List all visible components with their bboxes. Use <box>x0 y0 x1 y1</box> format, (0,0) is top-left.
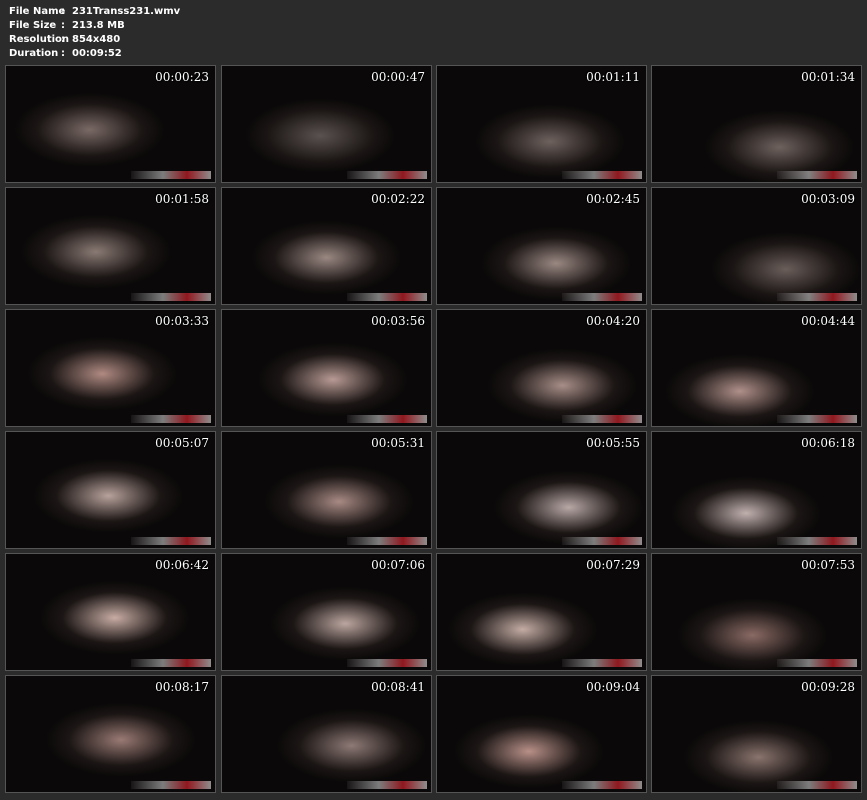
video-thumbnail[interactable]: 00:09:04 <box>436 675 647 793</box>
video-thumbnail[interactable]: 00:03:33 <box>5 309 216 427</box>
video-thumbnail[interactable]: 00:08:17 <box>5 675 216 793</box>
thumbnail-timestamp: 00:09:28 <box>801 680 855 694</box>
video-thumbnail[interactable]: 00:07:06 <box>221 553 432 671</box>
thumbnail-timestamp: 00:08:41 <box>371 680 425 694</box>
watermark-logo-bar <box>131 171 211 179</box>
video-thumbnail[interactable]: 00:07:29 <box>436 553 647 671</box>
watermark-logo-bar <box>777 781 857 789</box>
watermark-logo-bar <box>347 171 427 179</box>
video-thumbnail[interactable]: 00:04:44 <box>651 309 862 427</box>
watermark-logo-bar <box>777 659 857 667</box>
video-thumbnail[interactable]: 00:01:11 <box>436 65 647 183</box>
thumbnail-timestamp: 00:01:58 <box>155 192 209 206</box>
thumbnail-timestamp: 00:09:04 <box>586 680 640 694</box>
video-thumbnail[interactable]: 00:06:18 <box>651 431 862 549</box>
video-thumbnail[interactable]: 00:03:56 <box>221 309 432 427</box>
resolution-label: Resolution <box>9 34 70 45</box>
file-info-panel: File Name : 231Transs231.wmv File Size :… <box>9 5 180 61</box>
watermark-logo-bar <box>777 293 857 301</box>
watermark-logo-bar <box>777 537 857 545</box>
watermark-logo-bar <box>347 293 427 301</box>
thumbnail-timestamp: 00:03:33 <box>155 314 209 328</box>
thumbnail-timestamp: 00:00:47 <box>371 70 425 84</box>
resolution-sep: : <box>61 34 65 45</box>
thumbnail-timestamp: 00:06:18 <box>801 436 855 450</box>
duration-value: 00:09:52 <box>72 48 122 59</box>
resolution-value: 854x480 <box>72 34 121 45</box>
thumbnail-timestamp: 00:01:11 <box>586 70 640 84</box>
watermark-logo-bar <box>562 415 642 423</box>
watermark-logo-bar <box>562 537 642 545</box>
video-thumbnail[interactable]: 00:00:47 <box>221 65 432 183</box>
thumbnail-timestamp: 00:06:42 <box>155 558 209 572</box>
watermark-logo-bar <box>562 781 642 789</box>
watermark-logo-bar <box>131 537 211 545</box>
thumbnail-timestamp: 00:02:45 <box>586 192 640 206</box>
watermark-logo-bar <box>777 171 857 179</box>
watermark-logo-bar <box>131 781 211 789</box>
video-thumbnail[interactable]: 00:08:41 <box>221 675 432 793</box>
thumbnail-timestamp: 00:04:44 <box>801 314 855 328</box>
thumbnail-timestamp: 00:01:34 <box>801 70 855 84</box>
duration-label: Duration <box>9 48 59 59</box>
thumbnail-timestamp: 00:07:29 <box>586 558 640 572</box>
video-thumbnail[interactable]: 00:04:20 <box>436 309 647 427</box>
watermark-logo-bar <box>562 171 642 179</box>
watermark-logo-bar <box>347 659 427 667</box>
thumbnail-timestamp: 00:05:31 <box>371 436 425 450</box>
video-thumbnail[interactable]: 00:05:55 <box>436 431 647 549</box>
watermark-logo-bar <box>347 781 427 789</box>
file-size-sep: : <box>61 20 65 31</box>
thumbnail-timestamp: 00:04:20 <box>586 314 640 328</box>
file-size-row: File Size : 213.8 MB <box>9 19 180 33</box>
video-thumbnail[interactable]: 00:09:28 <box>651 675 862 793</box>
video-thumbnail[interactable]: 00:01:34 <box>651 65 862 183</box>
watermark-logo-bar <box>131 415 211 423</box>
file-name-row: File Name : 231Transs231.wmv <box>9 5 180 19</box>
watermark-logo-bar <box>562 293 642 301</box>
video-thumbnail[interactable]: 00:05:31 <box>221 431 432 549</box>
video-thumbnail[interactable]: 00:01:58 <box>5 187 216 305</box>
file-size-value: 213.8 MB <box>72 20 125 31</box>
duration-row: Duration : 00:09:52 <box>9 47 180 61</box>
file-name-label: File Name <box>9 6 66 17</box>
watermark-logo-bar <box>562 659 642 667</box>
resolution-row: Resolution : 854x480 <box>9 33 180 47</box>
watermark-logo-bar <box>777 415 857 423</box>
thumbnail-timestamp: 00:00:23 <box>155 70 209 84</box>
file-name-value: 231Transs231.wmv <box>72 6 181 17</box>
video-thumbnail[interactable]: 00:02:22 <box>221 187 432 305</box>
thumbnail-timestamp: 00:02:22 <box>371 192 425 206</box>
watermark-logo-bar <box>131 659 211 667</box>
video-thumbnail[interactable]: 00:02:45 <box>436 187 647 305</box>
watermark-logo-bar <box>347 415 427 423</box>
file-name-sep: : <box>61 6 65 17</box>
thumbnail-timestamp: 00:07:06 <box>371 558 425 572</box>
video-thumbnail[interactable]: 00:05:07 <box>5 431 216 549</box>
video-thumbnail[interactable]: 00:03:09 <box>651 187 862 305</box>
thumbnail-timestamp: 00:03:09 <box>801 192 855 206</box>
thumbnail-timestamp: 00:05:55 <box>586 436 640 450</box>
thumbnail-timestamp: 00:05:07 <box>155 436 209 450</box>
duration-sep: : <box>61 48 65 59</box>
file-size-label: File Size <box>9 20 57 31</box>
thumbnail-timestamp: 00:08:17 <box>155 680 209 694</box>
watermark-logo-bar <box>131 293 211 301</box>
video-thumbnail[interactable]: 00:07:53 <box>651 553 862 671</box>
video-thumbnail[interactable]: 00:06:42 <box>5 553 216 671</box>
thumbnail-grid: 00:00:23 00:00:47 00:01:11 00:01:34 00:01:58… <box>5 65 863 797</box>
thumbnail-timestamp: 00:07:53 <box>801 558 855 572</box>
video-thumbnail[interactable]: 00:00:23 <box>5 65 216 183</box>
thumbnail-timestamp: 00:03:56 <box>371 314 425 328</box>
watermark-logo-bar <box>347 537 427 545</box>
